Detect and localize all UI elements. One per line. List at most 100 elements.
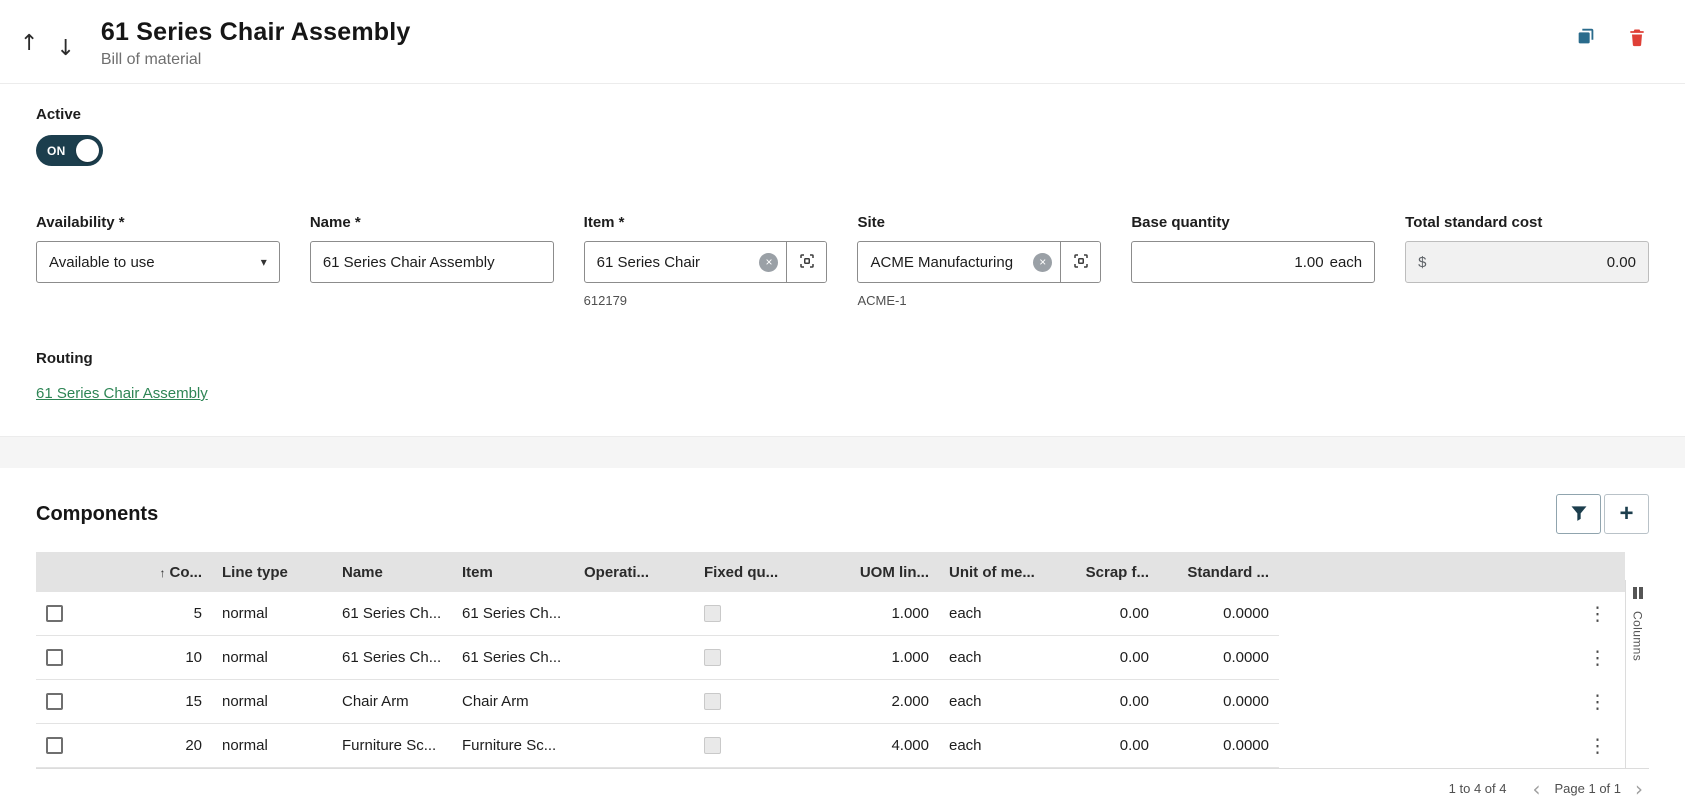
item-cell[interactable]: Furniture Sc... — [452, 737, 574, 754]
standard-cost-cell[interactable]: 0.0000 — [1159, 737, 1279, 754]
site-input[interactable]: ACME Manufacturing × — [857, 241, 1102, 283]
row-filler — [1279, 680, 1582, 724]
name-field: Name * — [309, 214, 554, 308]
unit-cell[interactable]: each — [939, 605, 1044, 622]
routing-block: Routing 61 Series Chair Assembly — [36, 350, 1649, 436]
fixed-qty-cell — [694, 605, 814, 623]
add-component-button[interactable]: + — [1604, 494, 1649, 534]
filter-button[interactable] — [1556, 494, 1601, 534]
site-clear-icon[interactable]: × — [1033, 252, 1053, 272]
title-block: 61 Series Chair Assembly Bill of materia… — [101, 18, 1573, 69]
col-header-scrap[interactable]: Scrap f... — [1044, 564, 1159, 581]
uom-line-cell[interactable]: 4.000 — [814, 737, 939, 754]
col-header-line-type[interactable]: Line type — [212, 564, 332, 581]
unit-cell[interactable]: each — [939, 737, 1044, 754]
scrap-cell[interactable]: 0.00 — [1044, 693, 1159, 710]
prev-record-button[interactable]: ↑ — [20, 28, 38, 60]
line-type-cell[interactable]: normal — [212, 737, 332, 754]
row-checkbox[interactable] — [46, 737, 63, 755]
uom-line-cell[interactable]: 1.000 — [814, 605, 939, 622]
col-header-fixed-qty[interactable]: Fixed qu... — [694, 564, 814, 581]
name-cell[interactable]: 61 Series Ch... — [332, 605, 452, 622]
site-lookup-button[interactable] — [1060, 242, 1101, 282]
row-menu-button[interactable]: ⋮ — [1582, 601, 1613, 628]
row-filler — [1279, 724, 1582, 768]
item-helper: 612179 — [583, 293, 628, 308]
total-standard-cost-input: $ 0.00 — [1405, 241, 1649, 283]
routing-link[interactable]: 61 Series Chair Assembly — [36, 385, 208, 402]
col-header-unit[interactable]: Unit of me... — [939, 564, 1044, 581]
availability-field: Availability * Available to use ▾ — [36, 214, 280, 308]
name-cell[interactable]: 61 Series Ch... — [332, 649, 452, 666]
active-toggle[interactable]: ON — [36, 135, 103, 166]
col-header-standard[interactable]: Standard ... — [1159, 564, 1279, 581]
name-input[interactable] — [322, 253, 541, 271]
unit-cell[interactable]: each — [939, 649, 1044, 666]
fixed-qty-checkbox[interactable] — [704, 649, 721, 667]
col-header-uom-line[interactable]: UOM lin... — [814, 564, 939, 581]
uom-line-cell[interactable]: 2.000 — [814, 693, 939, 710]
availability-select[interactable]: Available to use ▾ — [36, 241, 280, 283]
fixed-qty-checkbox[interactable] — [704, 605, 721, 623]
row-menu-button[interactable]: ⋮ — [1582, 689, 1613, 716]
item-cell[interactable]: 61 Series Ch... — [452, 605, 574, 622]
row-select-cell — [36, 737, 92, 755]
name-input-wrap — [309, 241, 554, 283]
duplicate-button[interactable] — [1573, 24, 1599, 50]
line-type-cell[interactable]: normal — [212, 649, 332, 666]
row-select-cell — [36, 605, 92, 623]
base-quantity-unit: each — [1329, 253, 1363, 271]
row-menu-button[interactable]: ⋮ — [1582, 733, 1613, 760]
unit-cell[interactable]: each — [939, 693, 1044, 710]
item-lookup-button[interactable] — [786, 242, 827, 282]
row-checkbox[interactable] — [46, 649, 63, 667]
fixed-qty-checkbox[interactable] — [704, 693, 721, 711]
item-cell[interactable]: Chair Arm — [452, 693, 574, 710]
row-menu-button[interactable]: ⋮ — [1582, 645, 1613, 672]
row-checkbox[interactable] — [46, 693, 63, 711]
uom-line-cell[interactable]: 1.000 — [814, 649, 939, 666]
site-helper: ACME-1 — [857, 293, 907, 308]
table-row: 20 normal Furniture Sc... Furniture Sc..… — [36, 724, 1649, 768]
standard-cost-cell[interactable]: 0.0000 — [1159, 649, 1279, 666]
base-quantity-value: 1.00 — [1294, 253, 1324, 271]
toggle-state-label: ON — [47, 143, 66, 158]
component-no-cell[interactable]: 10 — [92, 649, 212, 666]
name-cell[interactable]: Chair Arm — [332, 693, 452, 710]
fixed-qty-cell — [694, 693, 814, 711]
line-type-cell[interactable]: normal — [212, 605, 332, 622]
next-record-button[interactable]: ↓ — [56, 38, 74, 60]
chevron-down-icon: ▾ — [260, 255, 267, 269]
col-header-operation[interactable]: Operati... — [574, 564, 694, 581]
scrap-cell[interactable]: 0.00 — [1044, 605, 1159, 622]
columns-panel-tab[interactable]: Columns — [1625, 580, 1649, 768]
item-clear-icon[interactable]: × — [759, 252, 779, 272]
item-input[interactable]: 61 Series Chair × — [583, 241, 828, 283]
delete-button[interactable] — [1625, 24, 1649, 50]
component-no-cell[interactable]: 20 — [92, 737, 212, 754]
fixed-qty-checkbox[interactable] — [704, 737, 721, 755]
col-header-item[interactable]: Item — [452, 564, 574, 581]
component-no-cell[interactable]: 5 — [92, 605, 212, 622]
line-type-cell[interactable]: normal — [212, 693, 332, 710]
scan-icon — [1072, 252, 1090, 273]
component-no-cell[interactable]: 15 — [92, 693, 212, 710]
row-filler — [1279, 592, 1582, 636]
row-cells: 5 normal 61 Series Ch... 61 Series Ch...… — [36, 592, 1279, 636]
total-standard-cost-field: Total standard cost $ 0.00 — [1405, 214, 1649, 308]
name-cell[interactable]: Furniture Sc... — [332, 737, 452, 754]
scrap-cell[interactable]: 0.00 — [1044, 737, 1159, 754]
row-checkbox[interactable] — [46, 605, 63, 623]
scrap-cell[interactable]: 0.00 — [1044, 649, 1159, 666]
currency-prefix: $ — [1418, 253, 1427, 271]
standard-cost-cell[interactable]: 0.0000 — [1159, 605, 1279, 622]
copy-icon — [1575, 28, 1597, 51]
col-header-component-no[interactable]: ↑ Co... — [92, 564, 212, 581]
item-cell[interactable]: 61 Series Ch... — [452, 649, 574, 666]
fixed-qty-cell — [694, 737, 814, 755]
toggle-knob — [76, 139, 99, 162]
base-quantity-input[interactable]: 1.00 each — [1131, 241, 1376, 283]
columns-panel-label: Columns — [1630, 611, 1645, 662]
standard-cost-cell[interactable]: 0.0000 — [1159, 693, 1279, 710]
col-header-name[interactable]: Name — [332, 564, 452, 581]
